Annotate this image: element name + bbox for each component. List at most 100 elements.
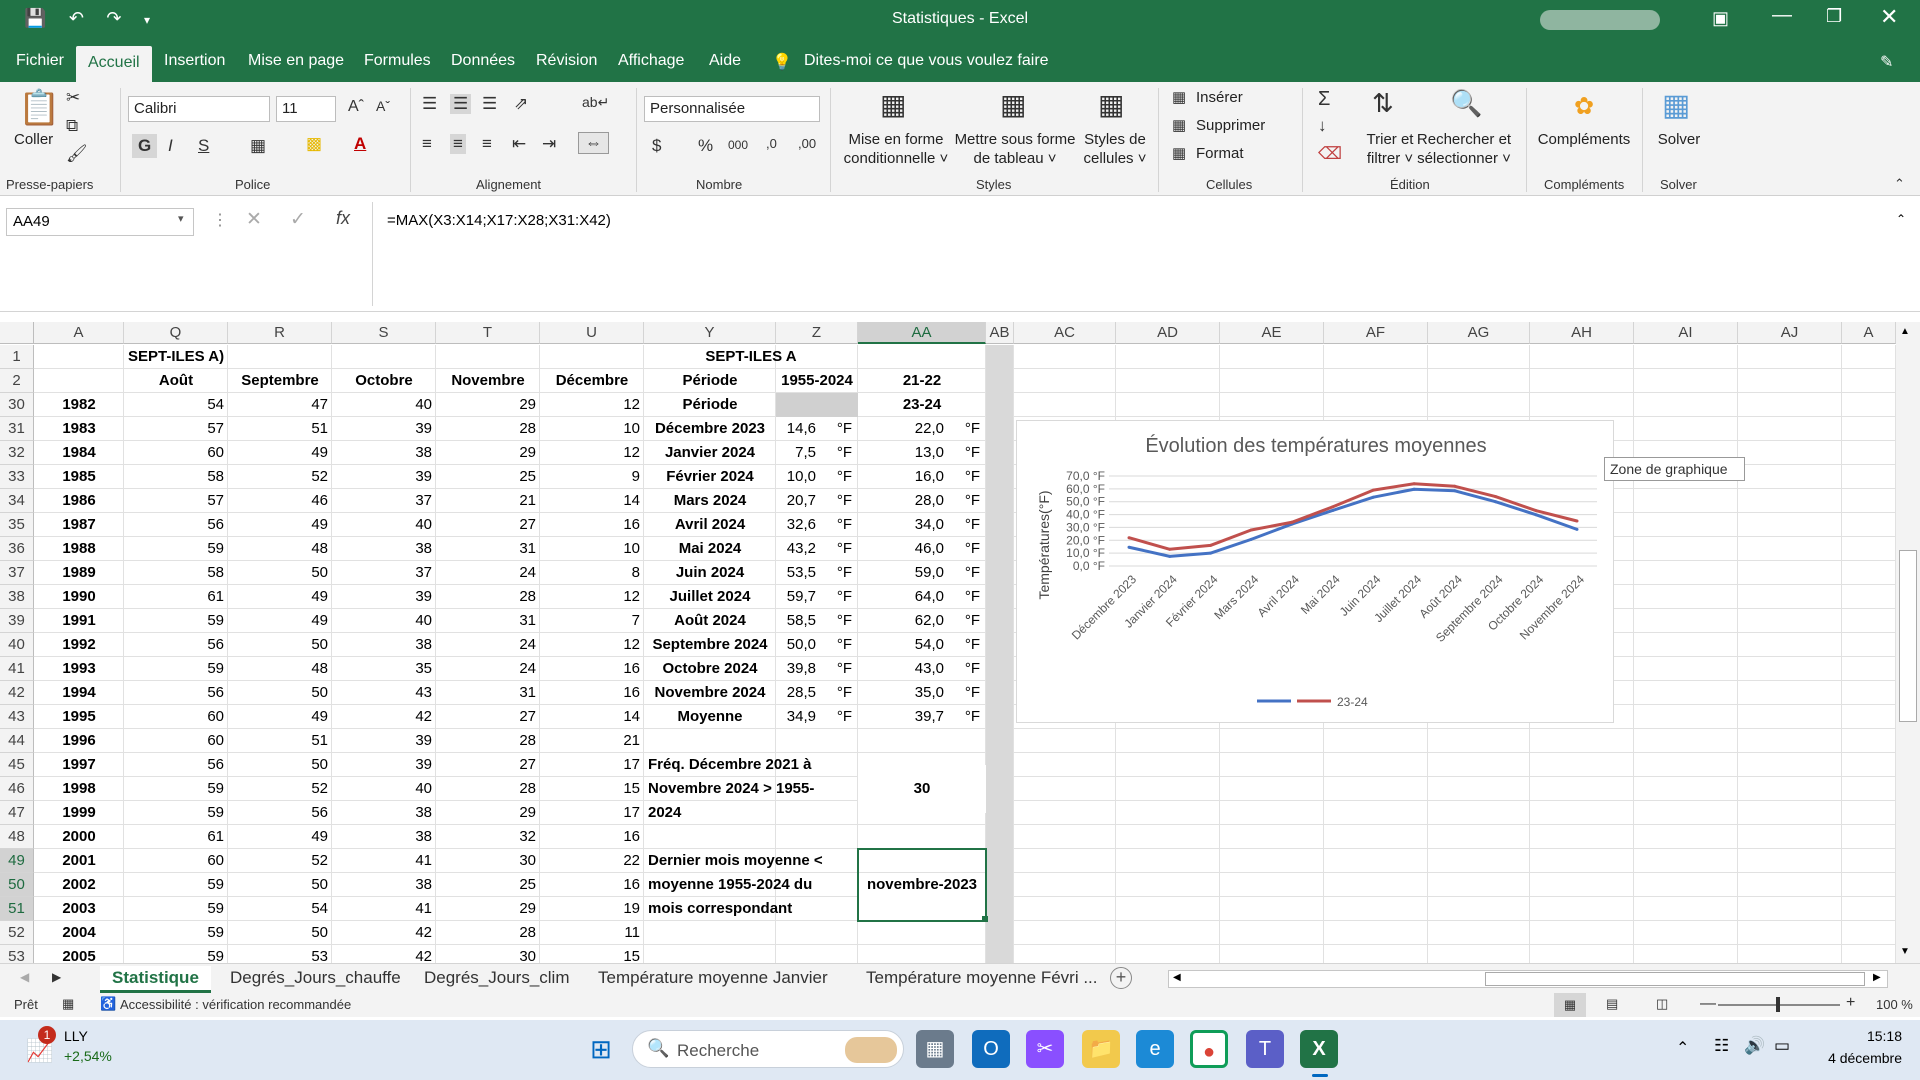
sheet-tab-temp-fevrier[interactable]: Température moyenne Févri ... [854, 966, 1109, 990]
cell-r-40[interactable]: 50 [228, 633, 332, 657]
shrink-font-icon[interactable]: Aˇ [376, 98, 390, 114]
row-header[interactable]: 46 [0, 777, 34, 801]
cell-a-31[interactable]: 1983 [34, 417, 124, 441]
accessibility-status[interactable]: Accessibilité : vérification recommandée [120, 997, 351, 1012]
wrap-text-icon[interactable]: ab↵ [582, 94, 609, 111]
expand-formula-icon[interactable]: ⌃ [1896, 212, 1906, 226]
cell-z-38[interactable]: 59,7 °F [776, 585, 858, 609]
cell-s-52[interactable]: 42 [332, 921, 436, 945]
cell-aa-41[interactable]: 43,0 °F [858, 657, 986, 681]
column-header[interactable]: A [1842, 322, 1896, 344]
cell-t-35[interactable]: 27 [436, 513, 540, 537]
teams-icon[interactable]: T [1246, 1030, 1284, 1068]
cell-z-33[interactable]: 10,0 °F [776, 465, 858, 489]
row-header[interactable]: 32 [0, 441, 34, 465]
cell-q-53[interactable]: 59 [124, 945, 228, 963]
delete-cells-icon[interactable]: ▦ [1172, 116, 1186, 134]
tab-mise-en-page[interactable]: Mise en page [248, 52, 344, 70]
column-header[interactable]: AF [1324, 322, 1428, 344]
cell-q-1[interactable]: SEPT-ILES A) [124, 345, 424, 369]
cell-z-39[interactable]: 58,5 °F [776, 609, 858, 633]
cell-r-33[interactable]: 52 [228, 465, 332, 489]
cell-z-32[interactable]: 7,5 °F [776, 441, 858, 465]
row-header[interactable]: 52 [0, 921, 34, 945]
cell-u-42[interactable]: 16 [540, 681, 644, 705]
cell-aa-38[interactable]: 64,0 °F [858, 585, 986, 609]
zoom-in-icon[interactable]: + [1846, 994, 1855, 1012]
cell-a-51[interactable]: 2003 [34, 897, 124, 921]
cell-aa-36[interactable]: 46,0 °F [858, 537, 986, 561]
cell-s-36[interactable]: 38 [332, 537, 436, 561]
cell-r-31[interactable]: 51 [228, 417, 332, 441]
cell-q-40[interactable]: 56 [124, 633, 228, 657]
vertical-scrollbar[interactable]: ▲ ▼ [1896, 322, 1920, 963]
cell-y-40[interactable]: Septembre 2024 [644, 633, 776, 657]
cell-y-1[interactable]: SEPT-ILES A [644, 345, 858, 369]
cell-q-46[interactable]: 59 [124, 777, 228, 801]
cell-u-40[interactable]: 12 [540, 633, 644, 657]
increase-decimal-icon[interactable]: ,0 [766, 136, 777, 151]
solver-icon[interactable]: ▦ [1662, 88, 1690, 123]
find-icon[interactable]: 🔍 [1450, 88, 1482, 119]
collapse-ribbon-icon[interactable]: ⌃ [1894, 176, 1905, 192]
cell-q-37[interactable]: 58 [124, 561, 228, 585]
cell-a-50[interactable]: 2002 [34, 873, 124, 897]
cell-r-51[interactable]: 54 [228, 897, 332, 921]
chart-data-point[interactable] [1453, 484, 1457, 488]
cell-s-48[interactable]: 38 [332, 825, 436, 849]
cell-aa-31[interactable]: 22,0 °F [858, 417, 986, 441]
column-header[interactable]: T [436, 322, 540, 344]
cell-a-46[interactable]: 1998 [34, 777, 124, 801]
row-header[interactable]: 42 [0, 681, 34, 705]
column-header[interactable]: S [332, 322, 436, 344]
row-header[interactable]: 51 [0, 897, 34, 921]
cell-t-52[interactable]: 28 [436, 921, 540, 945]
cell-a-49[interactable]: 2001 [34, 849, 124, 873]
taskbar-search[interactable]: 🔍 Recherche [632, 1030, 904, 1068]
cell-a-30[interactable]: 1982 [34, 393, 124, 417]
account-avatar[interactable] [1540, 10, 1660, 30]
cell-z-34[interactable]: 20,7 °F [776, 489, 858, 513]
cell-u-30[interactable]: 12 [540, 393, 644, 417]
restore-icon[interactable]: ❐ [1826, 6, 1842, 27]
minimize-icon[interactable]: — [1772, 4, 1792, 27]
cell-r-39[interactable]: 49 [228, 609, 332, 633]
solver-button[interactable]: Solver [1652, 130, 1706, 149]
find-select-button[interactable]: Rechercher et sélectionner ˅ [1414, 130, 1514, 168]
cell-a-44[interactable]: 1996 [34, 729, 124, 753]
cell-t-31[interactable]: 28 [436, 417, 540, 441]
cell-z-30[interactable] [776, 393, 858, 417]
borders-icon[interactable]: ▦ [250, 136, 266, 156]
cell-q-42[interactable]: 56 [124, 681, 228, 705]
align-right-icon[interactable]: ≡ [482, 134, 492, 154]
chart-data-point[interactable] [1494, 500, 1498, 504]
cell-u-37[interactable]: 8 [540, 561, 644, 585]
decrease-indent-icon[interactable]: ⇤ [512, 134, 526, 154]
cell-u-2[interactable]: Décembre [540, 369, 644, 393]
row-header[interactable]: 1 [0, 345, 34, 369]
column-header[interactable]: Z [776, 322, 858, 344]
cell-r-53[interactable]: 53 [228, 945, 332, 963]
addins-button[interactable]: Compléments [1536, 130, 1632, 149]
cell-u-53[interactable]: 15 [540, 945, 644, 963]
macro-icon[interactable]: ▦ [62, 996, 74, 1012]
cell-q-35[interactable]: 56 [124, 513, 228, 537]
cell-t-48[interactable]: 32 [436, 825, 540, 849]
tab-aide[interactable]: Aide [709, 52, 741, 70]
row-header[interactable]: 47 [0, 801, 34, 825]
vertical-scroll-thumb[interactable] [1899, 550, 1917, 722]
cell-u-52[interactable]: 11 [540, 921, 644, 945]
cell-s-50[interactable]: 38 [332, 873, 436, 897]
name-box-dropdown-icon[interactable]: ▾ [178, 212, 184, 225]
page-layout-view-icon[interactable]: ▤ [1606, 996, 1618, 1012]
volume-icon[interactable]: 🔊 [1744, 1036, 1765, 1056]
cell-t-40[interactable]: 24 [436, 633, 540, 657]
cell-z-36[interactable]: 43,2 °F [776, 537, 858, 561]
cell-y-47[interactable]: 2024 [644, 801, 858, 825]
decrease-decimal-icon[interactable]: ,00 [798, 136, 816, 151]
cell-u-43[interactable]: 14 [540, 705, 644, 729]
clock-date[interactable]: 4 décembre [1800, 1050, 1902, 1066]
cell-t-37[interactable]: 24 [436, 561, 540, 585]
format-table-icon[interactable]: ▦ [1000, 88, 1026, 121]
cell-u-49[interactable]: 22 [540, 849, 644, 873]
